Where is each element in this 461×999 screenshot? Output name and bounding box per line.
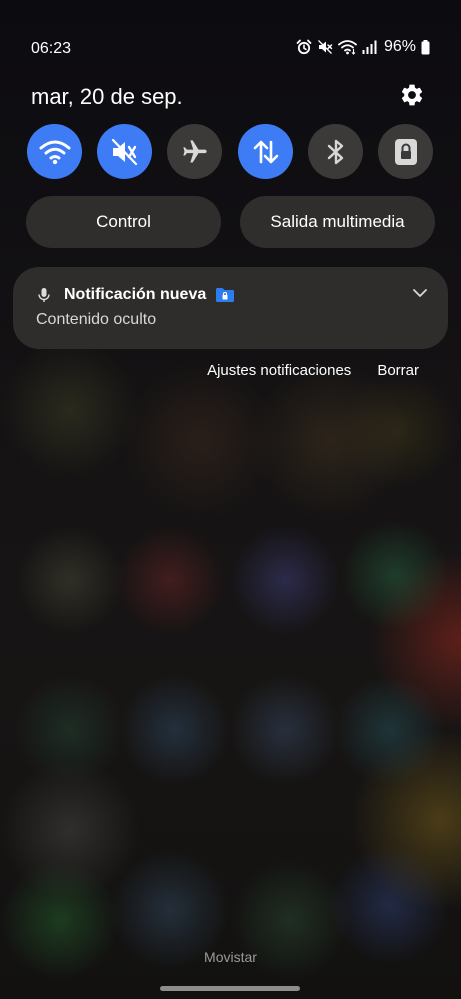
toggle-airplane-mode[interactable]: [167, 124, 222, 179]
wifi-icon: [39, 140, 70, 164]
date-text: mar, 20 de sep.: [31, 84, 183, 109]
secure-folder-icon: [216, 288, 234, 302]
notification-settings-button[interactable]: Ajustes notificaciones: [207, 362, 351, 379]
data-arrows-icon: [253, 140, 278, 163]
battery-percent: 96%: [383, 38, 416, 55]
gear-icon[interactable]: [399, 82, 425, 108]
notification-card[interactable]: Notificación nueva Contenido oculto: [13, 267, 448, 349]
toggle-mobile-data[interactable]: [238, 124, 293, 179]
toggle-screen-lock[interactable]: [378, 124, 433, 179]
toggle-mute[interactable]: [97, 124, 152, 179]
wifi-icon: [338, 40, 357, 55]
mute-icon: [318, 40, 333, 54]
clear-button[interactable]: Borrar: [377, 362, 419, 379]
notification-shade: 06:23 96% mar, 20 de sep. Control Salida…: [0, 0, 461, 999]
lock-icon: [394, 138, 417, 165]
date-row: mar, 20 de sep.: [31, 82, 425, 110]
microphone-icon: [38, 288, 50, 302]
toggle-bluetooth[interactable]: [308, 124, 363, 179]
mute-icon: [111, 138, 137, 165]
airplane-icon: [182, 139, 207, 162]
quick-toggles: [27, 124, 433, 179]
notification-body: Contenido oculto: [36, 311, 157, 328]
status-bar: 06:23 96%: [31, 38, 430, 62]
alarm-icon: [296, 39, 312, 55]
status-icons: 96%: [296, 38, 430, 56]
status-time: 06:23: [31, 40, 72, 57]
notification-actions: Ajustes notificaciones Borrar: [207, 362, 419, 379]
control-button-label: Control: [96, 212, 151, 231]
toggle-wifi[interactable]: [27, 124, 82, 179]
chevron-down-icon[interactable]: [412, 287, 428, 299]
home-indicator[interactable]: [160, 986, 300, 991]
control-button[interactable]: Control: [26, 196, 221, 248]
battery-icon: [421, 39, 430, 54]
signal-icon: [362, 40, 377, 54]
media-output-button[interactable]: Salida multimedia: [240, 196, 435, 248]
notification-title: Notificación nueva: [64, 286, 207, 303]
bluetooth-icon: [327, 139, 343, 164]
carrier-label: Movistar: [204, 949, 257, 965]
media-output-button-label: Salida multimedia: [270, 212, 405, 231]
